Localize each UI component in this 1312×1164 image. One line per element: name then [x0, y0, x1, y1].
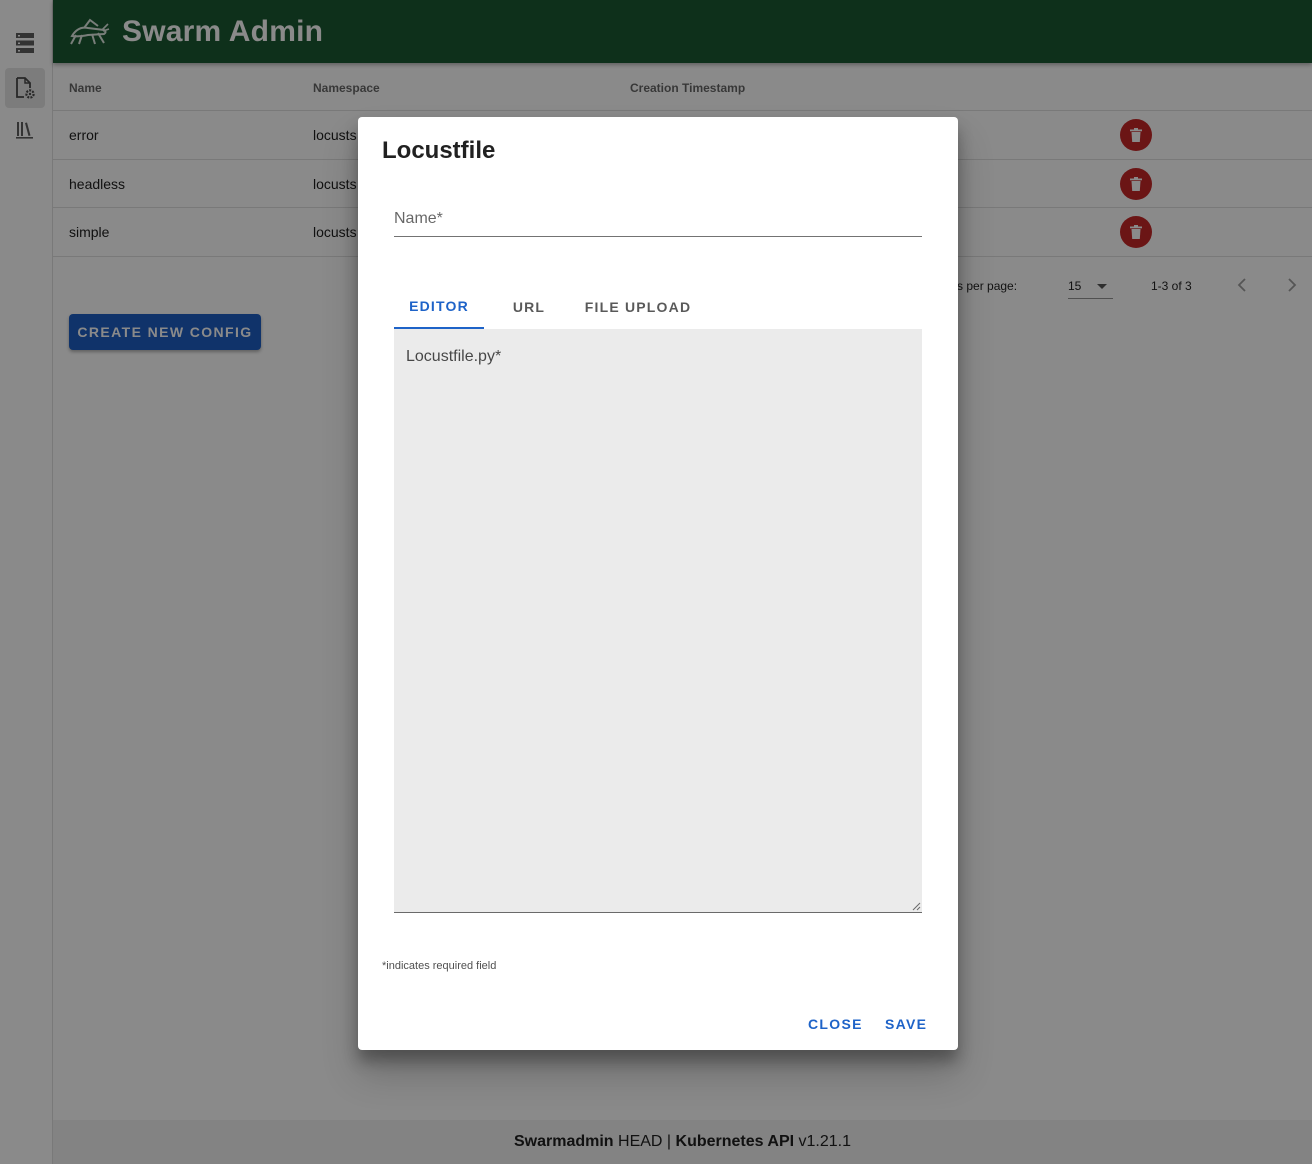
resize-handle-icon[interactable]	[912, 902, 921, 911]
required-field-note: *indicates required field	[382, 960, 497, 972]
save-button[interactable]: SAVE	[885, 1013, 927, 1035]
name-input[interactable]	[394, 203, 922, 236]
dialog-title: Locustfile	[382, 137, 496, 164]
locustfile-dialog: Locustfile Name* EDITOR URL FILE UPLOAD …	[358, 117, 958, 1050]
tab-file-upload[interactable]: FILE UPLOAD	[574, 285, 702, 329]
locustfile-editor[interactable]: Locustfile.py*	[394, 329, 922, 913]
app-root: Swarm Admin Name Namespace Creation Time…	[0, 0, 1312, 1164]
locustfile-textarea[interactable]	[394, 329, 922, 912]
close-button[interactable]: CLOSE	[808, 1013, 863, 1035]
source-tabs: EDITOR URL FILE UPLOAD	[394, 285, 922, 329]
name-field[interactable]: Name*	[394, 203, 922, 237]
tab-editor[interactable]: EDITOR	[394, 285, 484, 329]
tab-url[interactable]: URL	[484, 285, 574, 329]
